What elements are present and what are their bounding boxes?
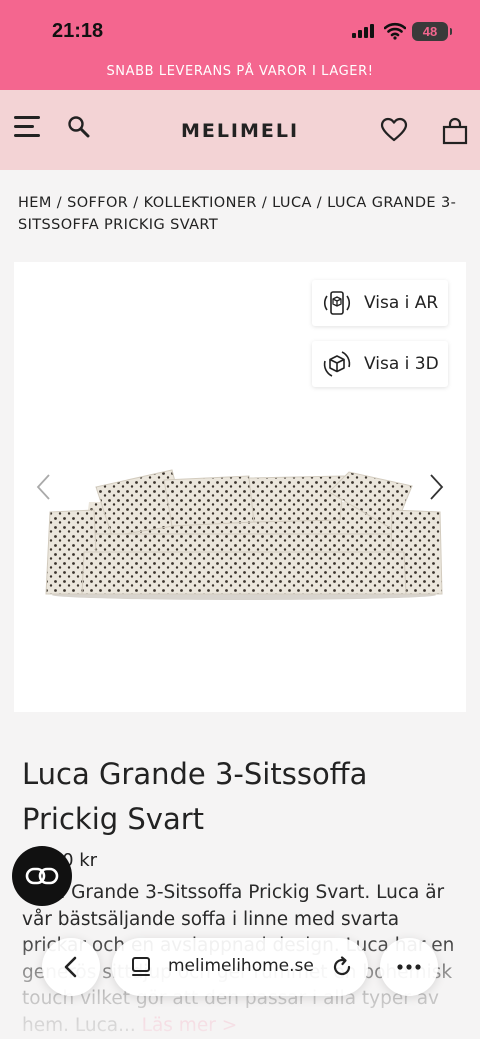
view-in-3d-label: Visa i 3D xyxy=(364,354,439,374)
breadcrumb-link-soffor[interactable]: SOFFOR xyxy=(67,195,128,211)
breadcrumb-link-luca[interactable]: LUCA xyxy=(272,195,312,211)
wifi-icon xyxy=(384,22,406,40)
status-time: 21:18 xyxy=(52,20,104,42)
breadcrumb-separator: / xyxy=(311,195,328,211)
wishlist-heart-icon[interactable] xyxy=(380,117,408,143)
browser-more-button[interactable] xyxy=(380,938,438,996)
browser-back-button[interactable] xyxy=(42,938,100,996)
3d-cube-icon xyxy=(323,351,351,377)
breadcrumb-link-kollektioner[interactable]: KOLLEKTIONER xyxy=(144,195,257,211)
breadcrumb-link-hem[interactable]: HEM xyxy=(18,195,52,211)
chat-link-icon xyxy=(25,867,59,885)
battery-indicator: 48 xyxy=(412,22,452,41)
chat-button[interactable] xyxy=(12,846,72,906)
view-in-ar-button[interactable]: Visa i AR xyxy=(312,280,448,326)
breadcrumb: HEM / SOFFOR / KOLLEKTIONER / LUCA / LUC… xyxy=(18,192,462,236)
tabs-icon[interactable] xyxy=(130,955,152,979)
product-title: Luca Grande 3-Sitssoffa Prickig Svart xyxy=(22,757,368,836)
menu-icon[interactable] xyxy=(14,114,42,140)
cellular-signal-icon xyxy=(352,24,374,38)
view-in-3d-button[interactable]: Visa i 3D xyxy=(312,341,448,387)
address-bar[interactable]: melimelihome.se xyxy=(112,938,368,996)
breadcrumb-separator: / xyxy=(128,195,144,211)
shopping-bag-icon[interactable] xyxy=(440,117,470,145)
breadcrumb-separator: / xyxy=(51,195,68,211)
url-text: melimelihome.se xyxy=(168,956,314,976)
more-dots-icon xyxy=(397,964,421,970)
search-icon[interactable] xyxy=(66,114,92,140)
site-header: MELIMELI xyxy=(0,90,480,170)
announcement-text: SNABB LEVERANS PÅ VAROR I LAGER! xyxy=(106,64,374,79)
chevron-left-icon xyxy=(64,956,77,978)
product-image-sofa xyxy=(45,469,443,600)
breadcrumb-separator: / xyxy=(256,195,273,211)
reload-icon[interactable] xyxy=(330,955,354,979)
read-more-link[interactable]: Läs mer > xyxy=(142,1015,238,1036)
ar-cube-icon xyxy=(323,291,351,315)
product-image-gallery[interactable]: Visa i AR Visa i 3D xyxy=(14,262,466,712)
view-in-ar-label: Visa i AR xyxy=(364,293,439,313)
status-bar: 21:18 48 xyxy=(0,0,480,60)
